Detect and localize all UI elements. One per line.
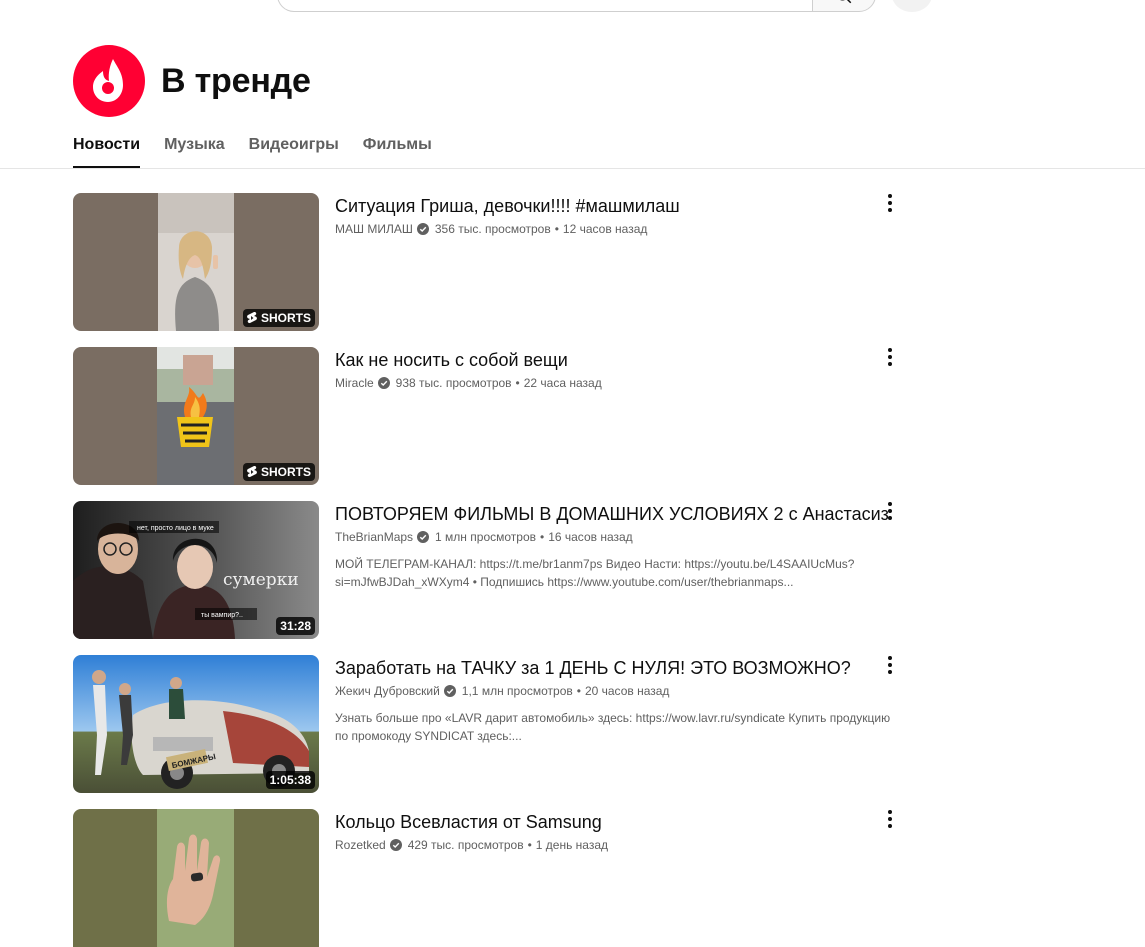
thumbnail-title-text: сумерки xyxy=(223,570,299,590)
more-vertical-icon[interactable] xyxy=(880,501,900,521)
separator-dot: • xyxy=(554,222,559,236)
upload-age: 16 часов назад xyxy=(548,530,633,544)
more-vertical-icon[interactable] xyxy=(880,193,900,213)
thumbnail-caption: нет, просто лицо в муке xyxy=(137,525,214,532)
tab-news[interactable]: Новости xyxy=(73,130,141,168)
voice-search-button[interactable] xyxy=(892,0,932,12)
channel-name[interactable]: Miracle xyxy=(335,376,374,390)
badge-label: 1:05:38 xyxy=(269,773,311,787)
shorts-icon xyxy=(247,466,257,478)
duration-badge: 1:05:38 xyxy=(265,771,315,789)
upload-age: 22 часа назад xyxy=(523,376,602,390)
video-thumbnail[interactable]: БОМЖАРЫ 1:05:38 xyxy=(73,655,319,793)
video-info: ПОВТОРЯЕМ ФИЛЬМЫ В ДОМАШНИХ УСЛОВИЯХ 2 с… xyxy=(335,501,905,591)
badge-label: SHORTS xyxy=(260,311,311,325)
channel-name[interactable]: Жекич Дубровский xyxy=(335,684,440,698)
tab-music[interactable]: Музыка xyxy=(164,130,225,168)
video-info: Как не носить с собой вещи Miracle 938 т… xyxy=(335,347,905,391)
video-description: МОЙ ТЕЛЕГРАМ-КАНАЛ: https://t.me/br1anm7… xyxy=(335,557,855,589)
verified-check-icon xyxy=(443,685,456,697)
upload-age: 20 часов назад xyxy=(584,684,670,698)
verified-check-icon xyxy=(389,839,402,851)
video-thumbnail[interactable]: нет, просто лицо в муке сумерки ты вампи… xyxy=(73,501,319,639)
view-count: 356 тыс. просмотров xyxy=(434,222,551,236)
top-bar xyxy=(0,0,1145,20)
tab-movies[interactable]: Фильмы xyxy=(363,130,432,168)
trending-flame-icon xyxy=(73,45,145,117)
separator-dot: • xyxy=(515,376,520,390)
separator-dot: • xyxy=(540,530,545,544)
more-vertical-icon[interactable] xyxy=(880,347,900,367)
video-thumbnail[interactable]: SHORTS xyxy=(73,193,319,331)
video-row[interactable]: SHORTS Как не носить с собой вещи Miracl… xyxy=(73,347,913,485)
video-row[interactable]: нет, просто лицо в муке сумерки ты вампи… xyxy=(73,501,913,639)
search-button[interactable] xyxy=(812,0,876,12)
video-meta: Miracle 938 тыс. просмотров • 22 часа на… xyxy=(335,375,905,391)
view-count: 1 млн просмотров xyxy=(435,530,536,544)
thumbnail-caption: ты вампир?.. xyxy=(201,612,243,619)
shorts-badge: SHORTS xyxy=(242,463,315,481)
search-input[interactable] xyxy=(277,0,813,12)
tabs-divider xyxy=(0,168,1145,169)
verified-check-icon xyxy=(417,531,430,543)
verified-check-icon xyxy=(377,377,390,389)
channel-name[interactable]: Rozetked xyxy=(335,838,386,852)
video-title[interactable]: Кольцо Всевластия от Samsung xyxy=(335,809,905,835)
video-meta: МАШ МИЛАШ 356 тыс. просмотров • 12 часов… xyxy=(335,221,905,237)
view-count: 938 тыс. просмотров xyxy=(395,376,512,390)
video-info: Ситуация Гриша, девочки!!!! #машмилаш МА… xyxy=(335,193,905,237)
duration-badge: 31:28 xyxy=(276,617,315,635)
shorts-icon xyxy=(247,312,257,324)
badge-label: 31:28 xyxy=(280,619,311,633)
upload-age: 1 день назад xyxy=(535,838,609,852)
view-count: 1,1 млн просмотров xyxy=(461,684,573,698)
upload-age: 12 часов назад xyxy=(562,222,648,236)
video-title[interactable]: Как не носить с собой вещи xyxy=(335,347,905,373)
video-info: Кольцо Всевластия от Samsung Rozetked 42… xyxy=(335,809,905,853)
video-title[interactable]: Ситуация Гриша, девочки!!!! #машмилаш xyxy=(335,193,905,219)
video-title[interactable]: ПОВТОРЯЕМ ФИЛЬМЫ В ДОМАШНИХ УСЛОВИЯХ 2 с… xyxy=(335,501,905,527)
video-meta: Жекич Дубровский 1,1 млн просмотров • 20… xyxy=(335,683,905,699)
shorts-badge: SHORTS xyxy=(242,309,315,327)
view-count: 429 тыс. просмотров xyxy=(407,838,524,852)
thumbnail-image xyxy=(73,809,319,947)
video-row[interactable]: SHORTS Ситуация Гриша, девочки!!!! #машм… xyxy=(73,193,913,331)
category-tabs: Новости Музыка Видеоигры Фильмы xyxy=(73,130,456,168)
video-row[interactable]: Кольцо Всевластия от Samsung Rozetked 42… xyxy=(73,809,913,947)
video-title[interactable]: Заработать на ТАЧКУ за 1 ДЕНЬ С НУЛЯ! ЭТ… xyxy=(335,655,905,681)
separator-dot: • xyxy=(576,684,581,698)
video-row[interactable]: БОМЖАРЫ 1:05:38 Заработать на ТАЧКУ за 1… xyxy=(73,655,913,793)
video-info: Заработать на ТАЧКУ за 1 ДЕНЬ С НУЛЯ! ЭТ… xyxy=(335,655,905,745)
video-thumbnail[interactable]: SHORTS xyxy=(73,347,319,485)
channel-name[interactable]: МАШ МИЛАШ xyxy=(335,222,413,236)
video-meta: Rozetked 429 тыс. просмотров • 1 день на… xyxy=(335,837,905,853)
verified-check-icon xyxy=(416,223,429,235)
video-meta: TheBrianMaps 1 млн просмотров • 16 часов… xyxy=(335,529,905,545)
more-vertical-icon[interactable] xyxy=(880,655,900,675)
badge-label: SHORTS xyxy=(260,465,311,479)
more-vertical-icon[interactable] xyxy=(880,809,900,829)
page-title: В тренде xyxy=(161,61,311,100)
search-icon xyxy=(840,0,852,4)
page-header: В тренде xyxy=(73,44,311,118)
channel-name[interactable]: TheBrianMaps xyxy=(335,530,413,544)
video-thumbnail[interactable] xyxy=(73,809,319,947)
separator-dot: • xyxy=(527,838,532,852)
video-description: Узнать больше про «LAVR дарит автомобиль… xyxy=(335,711,891,743)
tab-gaming[interactable]: Видеоигры xyxy=(249,130,339,168)
